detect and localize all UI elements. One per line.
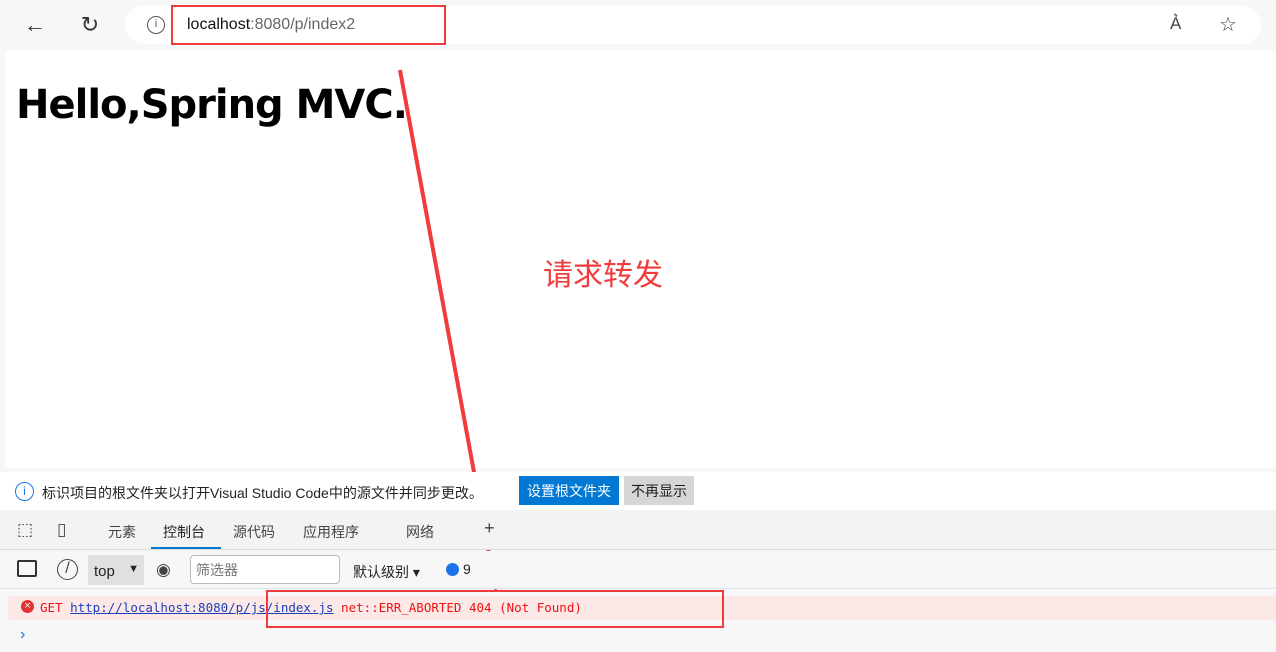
filter-input[interactable] xyxy=(190,555,340,584)
tab-network[interactable]: 网络 xyxy=(406,522,434,542)
tab-elements[interactable]: 元素 xyxy=(108,522,136,542)
devtools-tabs: ⬚ ▯ 元素 控制台 源代码 应用程序 网络 + xyxy=(0,510,1276,550)
log-level-dropdown[interactable]: 默认级别 ▾ xyxy=(353,562,420,582)
active-tab-indicator xyxy=(151,547,221,549)
infobar-message: 标识项目的根文件夹以打开Visual Studio Code中的源文件并同步更改… xyxy=(42,485,483,501)
sidebar-toggle-icon[interactable] xyxy=(17,560,37,577)
info-icon: i xyxy=(15,482,34,501)
devtools-infobar: i 标识项目的根文件夹以打开Visual Studio Code中的源文件并同步… xyxy=(0,472,1276,510)
message-icon xyxy=(446,563,459,576)
live-expression-eye-icon[interactable]: ◉ xyxy=(156,560,171,580)
message-count[interactable]: 9 xyxy=(463,561,471,577)
dont-show-again-button[interactable]: 不再显示 xyxy=(624,476,694,505)
error-icon: × xyxy=(21,600,34,613)
tab-application[interactable]: 应用程序 xyxy=(303,522,359,542)
highlight-box-error xyxy=(266,590,724,628)
add-tab-button[interactable]: + xyxy=(484,518,495,539)
console-prompt[interactable]: › xyxy=(20,626,25,644)
set-root-folder-button[interactable]: 设置根文件夹 xyxy=(519,476,619,505)
inspect-element-icon[interactable]: ⬚ xyxy=(17,520,33,540)
context-selector[interactable]: top ▼ xyxy=(88,555,144,585)
clear-console-icon[interactable]: / xyxy=(57,559,78,580)
device-emulation-icon[interactable]: ▯ xyxy=(57,520,66,540)
console-toolbar: / top▼ ◉ 默认级别 ▾ 9 xyxy=(0,551,1276,589)
tab-console[interactable]: 控制台 xyxy=(163,522,205,542)
tab-sources[interactable]: 源代码 xyxy=(233,522,275,542)
